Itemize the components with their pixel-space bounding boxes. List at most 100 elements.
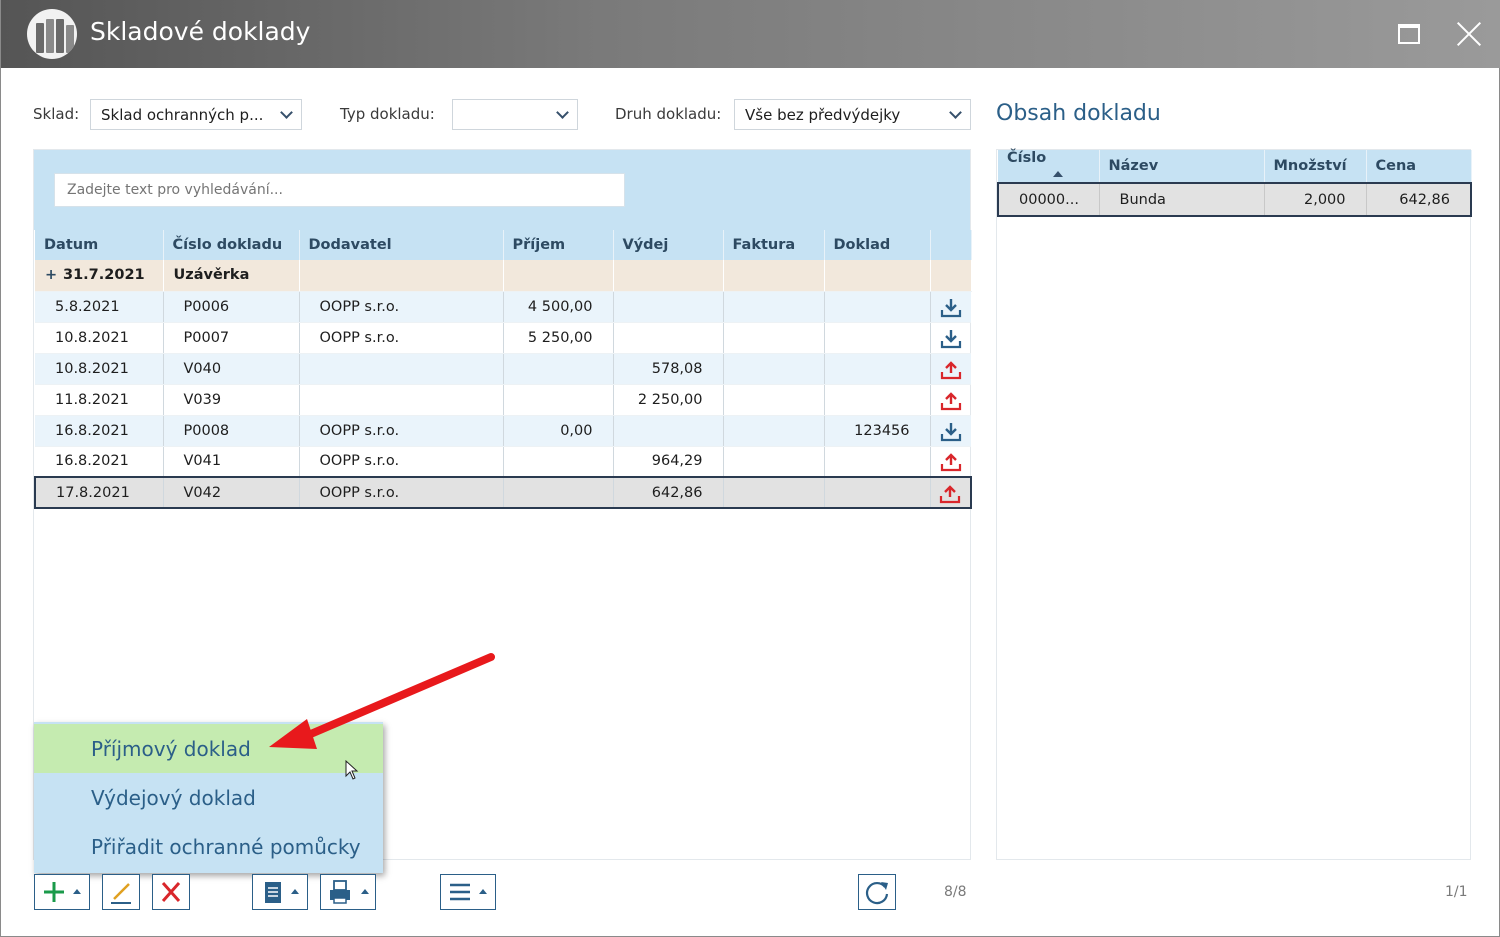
typ-dokladu-select[interactable] [452, 99, 578, 130]
column-header-cislo[interactable]: Číslo dokladu [163, 230, 300, 260]
upload-icon [930, 476, 972, 509]
content-table: Číslo Název Množství Cena 00000... Bunda… [997, 150, 1472, 217]
search-input[interactable] [54, 173, 625, 207]
group-label: Uzávěrka [163, 260, 300, 292]
cell-dodavatel: OOPP s.r.o. [299, 322, 504, 354]
table-row[interactable]: 16.8.2021 V041 OOPP s.r.o. 964,29 [35, 446, 971, 478]
cell-dodavatel [299, 384, 504, 416]
cell-prijem [503, 384, 614, 416]
table-row[interactable]: 11.8.2021 V039 2 250,00 [35, 384, 971, 416]
cell-cislo: V041 [163, 446, 300, 478]
refresh-button[interactable] [858, 874, 896, 910]
table-row[interactable]: 16.8.2021 P0008 OOPP s.r.o. 0,00 123456 [35, 415, 971, 447]
cell-cislo: P0008 [163, 415, 300, 447]
cell-cislo: V042 [163, 476, 300, 509]
cell-datum: 17.8.2021 [34, 476, 164, 509]
close-icon[interactable] [1452, 17, 1486, 51]
group-date: 31.7.2021 [63, 267, 145, 284]
cell-cislo: V040 [163, 353, 300, 385]
sklad-select[interactable]: Sklad ochranných p... [90, 99, 302, 130]
cell-datum: 11.8.2021 [35, 384, 164, 416]
content-panel: Číslo Název Množství Cena 00000... Bunda… [996, 149, 1472, 860]
edit-button[interactable] [102, 874, 140, 910]
menu-item-vydejovy-doklad[interactable]: Výdejový doklad [34, 773, 383, 822]
window-title: Skladové doklady [90, 17, 311, 46]
cell-datum: 10.8.2021 [35, 353, 164, 385]
printer-icon [330, 880, 350, 904]
books-icon [27, 9, 77, 59]
table-row[interactable]: 10.8.2021 P0007 OOPP s.r.o. 5 250,00 [35, 322, 971, 354]
table-row[interactable]: 17.8.2021 V042 OOPP s.r.o. 642,86 [34, 476, 972, 509]
download-icon [930, 291, 971, 323]
table-header: Datum Číslo dokladu Dodavatel Příjem Výd… [35, 230, 972, 260]
download-icon [930, 415, 971, 447]
druh-dokladu-select[interactable]: Vše bez předvýdejky [734, 99, 971, 130]
cell-vydej [613, 291, 724, 323]
column-header-mnozstvi[interactable]: Množství [1264, 150, 1367, 183]
cell-vydej: 642,86 [613, 476, 724, 509]
caret-up-icon [361, 889, 369, 894]
column-header-cislo[interactable]: Číslo [998, 150, 1100, 183]
table-row[interactable]: 5.8.2021 P0006 OOPP s.r.o. 4 500,00 [35, 291, 971, 323]
column-header-cena[interactable]: Cena [1366, 150, 1472, 183]
content-table-header: Číslo Název Množství Cena [998, 150, 1472, 183]
cell-doklad [824, 353, 931, 385]
column-header-dodavatel[interactable]: Dodavatel [299, 230, 504, 260]
table-row[interactable]: 00000... Bunda 2,000 642,86 [997, 182, 1472, 217]
column-header-vydej[interactable]: Výdej [613, 230, 724, 260]
sklad-label: Sklad: [33, 105, 80, 123]
mouse-cursor-icon [345, 760, 359, 780]
cell-cena: 642,86 [1366, 182, 1472, 217]
cell-prijem [503, 476, 614, 509]
delete-x-icon [161, 882, 181, 902]
cell-datum: 10.8.2021 [35, 322, 164, 354]
cell-mnozstvi: 2,000 [1264, 182, 1367, 217]
cell-vydej: 964,29 [613, 446, 724, 478]
cell-vydej [613, 415, 724, 447]
cell-dodavatel [299, 353, 504, 385]
column-header-nazev[interactable]: Název [1099, 150, 1265, 183]
record-counter: 8/8 [944, 884, 967, 900]
sklad-value: Sklad ochranných p... [101, 106, 264, 124]
column-header-faktura[interactable]: Faktura [723, 230, 825, 260]
cell-doklad [824, 384, 931, 416]
column-header-prijem[interactable]: Příjem [503, 230, 614, 260]
document-button[interactable] [252, 874, 308, 910]
cell-prijem: 4 500,00 [503, 291, 614, 323]
cell-dodavatel: OOPP s.r.o. [299, 476, 504, 509]
menu-button[interactable] [440, 874, 496, 910]
refresh-icon [865, 881, 889, 905]
cell-cislo: P0007 [163, 322, 300, 354]
search-band [34, 150, 970, 230]
column-header-direction [930, 230, 972, 260]
cell-faktura [723, 353, 825, 385]
cell-doklad [824, 291, 931, 323]
column-header-doklad[interactable]: Doklad [824, 230, 931, 260]
column-header-datum[interactable]: Datum [35, 230, 164, 260]
expand-icon[interactable]: + [45, 267, 63, 283]
table-row[interactable]: 10.8.2021 V040 578,08 [35, 353, 971, 385]
maximize-icon[interactable] [1394, 19, 1424, 49]
delete-button[interactable] [152, 874, 190, 910]
upload-icon [930, 446, 971, 478]
chevron-down-icon [556, 106, 569, 119]
cell-cislo: 00000... [997, 182, 1100, 217]
annotation-arrow-icon [269, 653, 495, 749]
content-record-counter: 1/1 [1445, 884, 1468, 900]
cell-vydej: 2 250,00 [613, 384, 724, 416]
group-row[interactable]: +31.7.2021 Uzávěrka [35, 260, 972, 292]
document-icon [265, 882, 281, 903]
cell-datum: 16.8.2021 [35, 415, 164, 447]
druh-dokladu-value: Vše bez předvýdejky [745, 106, 901, 124]
menu-item-priradit-pomucky[interactable]: Přiřadit ochranné pomůcky [34, 822, 383, 871]
sort-ascending-icon [1053, 171, 1063, 177]
add-button[interactable] [34, 874, 90, 910]
window: Skladové doklady Sklad: Sklad ochranných… [0, 0, 1500, 937]
cell-doklad: 123456 [824, 415, 931, 447]
chevron-down-icon [949, 106, 962, 119]
caret-up-icon [73, 889, 81, 894]
title-bar: Skladové doklady [1, 0, 1500, 68]
download-icon [930, 322, 971, 354]
cell-cislo: V039 [163, 384, 300, 416]
print-button[interactable] [320, 874, 376, 910]
